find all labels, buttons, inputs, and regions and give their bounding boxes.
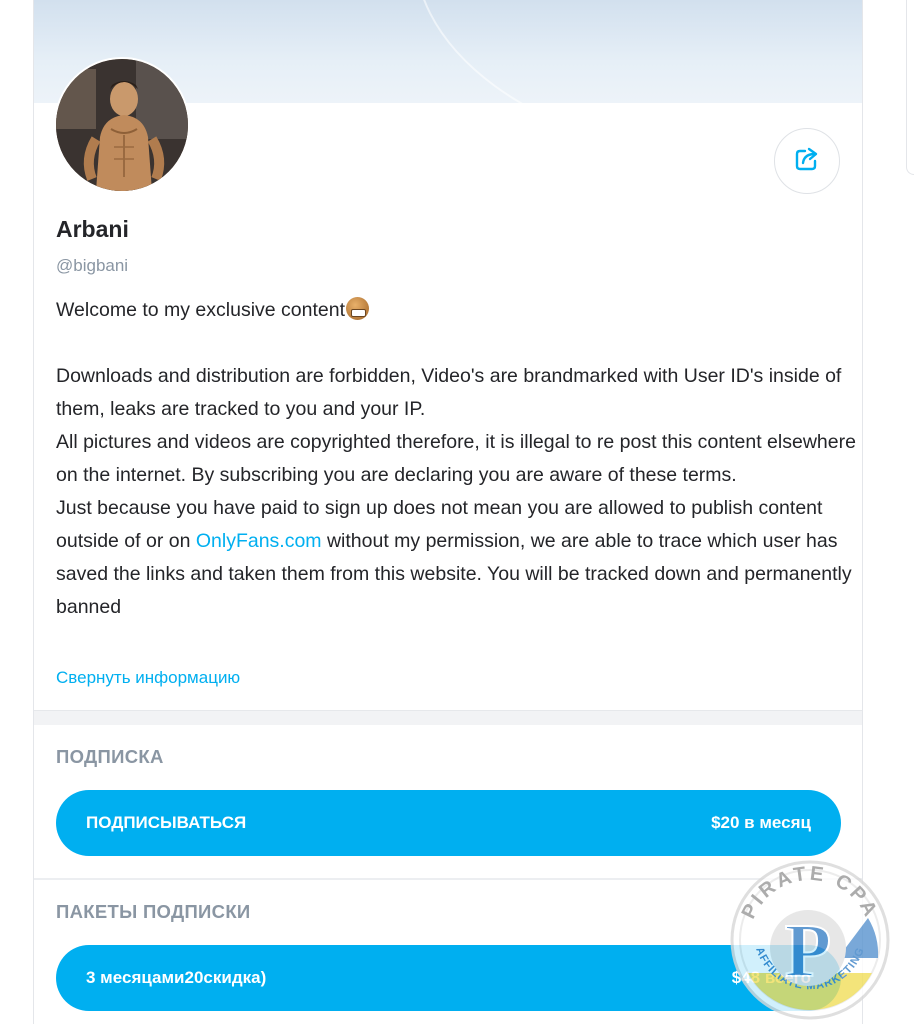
share-button[interactable] — [774, 128, 840, 194]
bundle-label: 3 месяцами20скидка) — [86, 968, 267, 987]
bundle-button[interactable]: 3 месяцами20скидка) $48 всего — [56, 945, 841, 1011]
profile-bio: Welcome to my exclusive content Download… — [56, 294, 856, 624]
avatar-photo — [56, 59, 188, 191]
profile-name: Arbani — [56, 216, 129, 242]
collapse-info-link[interactable]: Свернуть информацию — [56, 668, 240, 688]
profile-handle: @bigbani — [56, 256, 129, 275]
bio-paragraph: All pictures and videos are copyrighted … — [56, 431, 856, 486]
subscribe-button-label: ПОДПИСЫВАТЬСЯ — [86, 813, 247, 832]
section-divider — [34, 710, 862, 725]
bio-intro: Welcome to my exclusive content — [56, 294, 856, 327]
subscribe-price: $20 в месяц — [711, 813, 811, 832]
subscribe-button[interactable]: ПОДПИСЫВАТЬСЯ $20 в месяц — [56, 790, 841, 856]
watermark-letter: P — [785, 909, 831, 993]
avatar[interactable] — [54, 57, 190, 193]
pirate-cpa-watermark-logo: PIRATE CPA AFFILIATE MARKETING P — [728, 858, 892, 1022]
grimace-emoji-icon — [346, 297, 370, 320]
adjacent-panel-edge — [906, 0, 914, 175]
bundles-section-title: ПАКЕТЫ ПОДПИСКИ — [56, 901, 251, 922]
onlyfans-link[interactable]: OnlyFans.com — [196, 530, 322, 552]
subscription-section-title: ПОДПИСКА — [56, 746, 164, 767]
bio-paragraph: Just because you have paid to sign up do… — [56, 492, 856, 624]
bio-intro-text: Welcome to my exclusive content — [56, 299, 346, 321]
bio-paragraph: Downloads and distribution are forbidden… — [56, 365, 842, 420]
share-icon — [793, 145, 821, 178]
